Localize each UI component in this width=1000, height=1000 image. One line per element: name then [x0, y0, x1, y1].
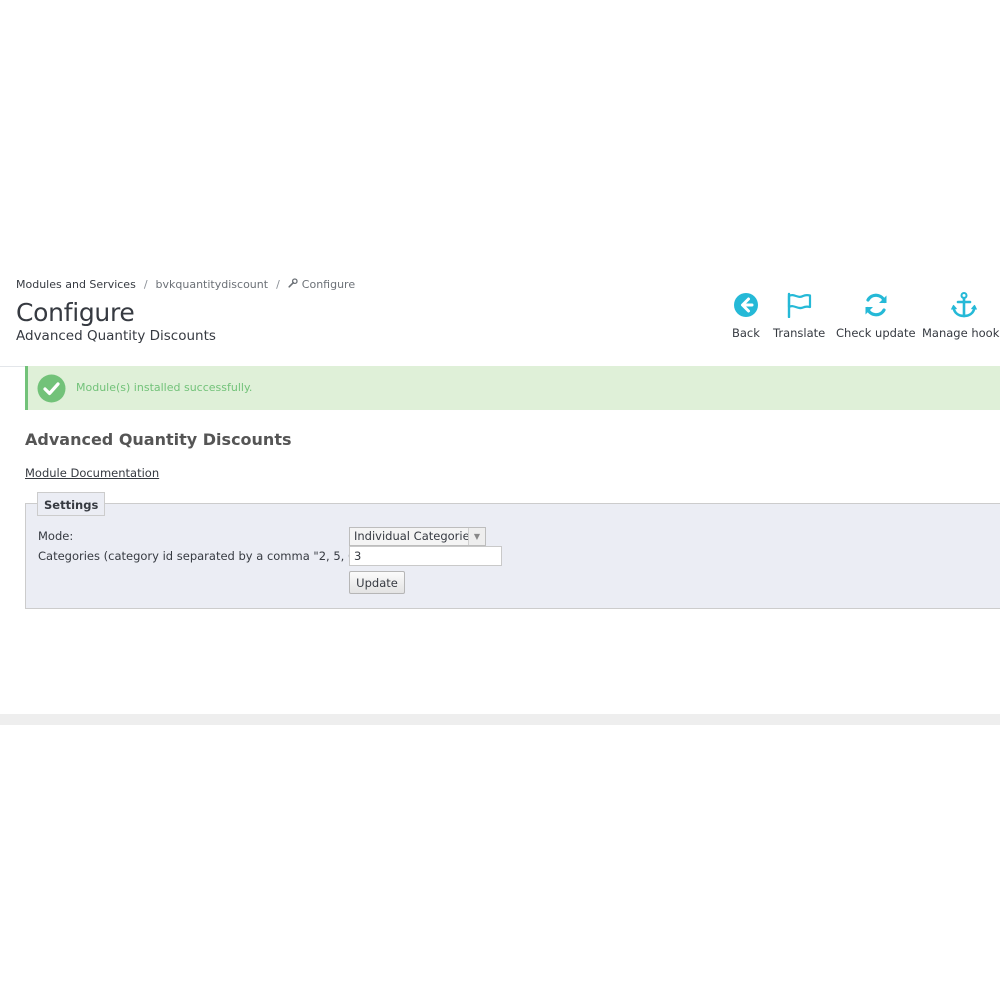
mode-select-value: Individual Categories: [354, 529, 476, 543]
mode-select[interactable]: Individual Categories ▼: [349, 527, 486, 546]
breadcrumb-item-modules[interactable]: Modules and Services: [16, 278, 136, 291]
flag-icon: [773, 292, 825, 318]
page-title: Configure: [16, 298, 135, 327]
refresh-icon: [836, 292, 916, 318]
check-update-label: Check update: [836, 326, 916, 340]
success-alert: Module(s) installed successfully.: [25, 366, 1000, 410]
update-button[interactable]: Update: [349, 571, 405, 594]
module-heading: Advanced Quantity Discounts: [25, 430, 292, 449]
mode-label: Mode:: [38, 529, 74, 543]
back-arrow-icon: [732, 292, 760, 318]
manage-hooks-label: Manage hooks: [922, 326, 1000, 340]
check-circle-icon: [37, 374, 66, 407]
breadcrumb-item-configure: Configure: [301, 278, 356, 291]
anchor-icon: [922, 292, 1000, 318]
breadcrumb-item-module[interactable]: bvkquantitydiscount: [156, 278, 269, 291]
categories-input[interactable]: [349, 546, 502, 566]
alert-message: Module(s) installed successfully.: [76, 381, 253, 394]
categories-label: Categories (category id separated by a c…: [38, 549, 391, 563]
page-header: Modules and Services / bvkquantitydiscou…: [0, 270, 1000, 367]
chevron-down-icon: ▼: [468, 528, 485, 545]
translate-label: Translate: [773, 326, 826, 340]
back-button[interactable]: Back: [732, 292, 760, 340]
check-update-button[interactable]: Check update: [836, 292, 916, 340]
breadcrumb-separator: /: [276, 278, 280, 291]
back-label: Back: [732, 326, 760, 340]
module-documentation-link[interactable]: Module Documentation: [25, 466, 159, 480]
translate-button[interactable]: Translate: [773, 292, 825, 340]
wrench-icon: [288, 278, 298, 291]
settings-legend: Settings: [37, 492, 106, 516]
breadcrumb: Modules and Services / bvkquantitydiscou…: [16, 278, 355, 291]
page-subtitle: Advanced Quantity Discounts: [16, 328, 216, 344]
footer-bar: [0, 714, 1000, 725]
breadcrumb-separator: /: [143, 278, 148, 291]
manage-hooks-button[interactable]: Manage hooks: [922, 292, 1000, 340]
